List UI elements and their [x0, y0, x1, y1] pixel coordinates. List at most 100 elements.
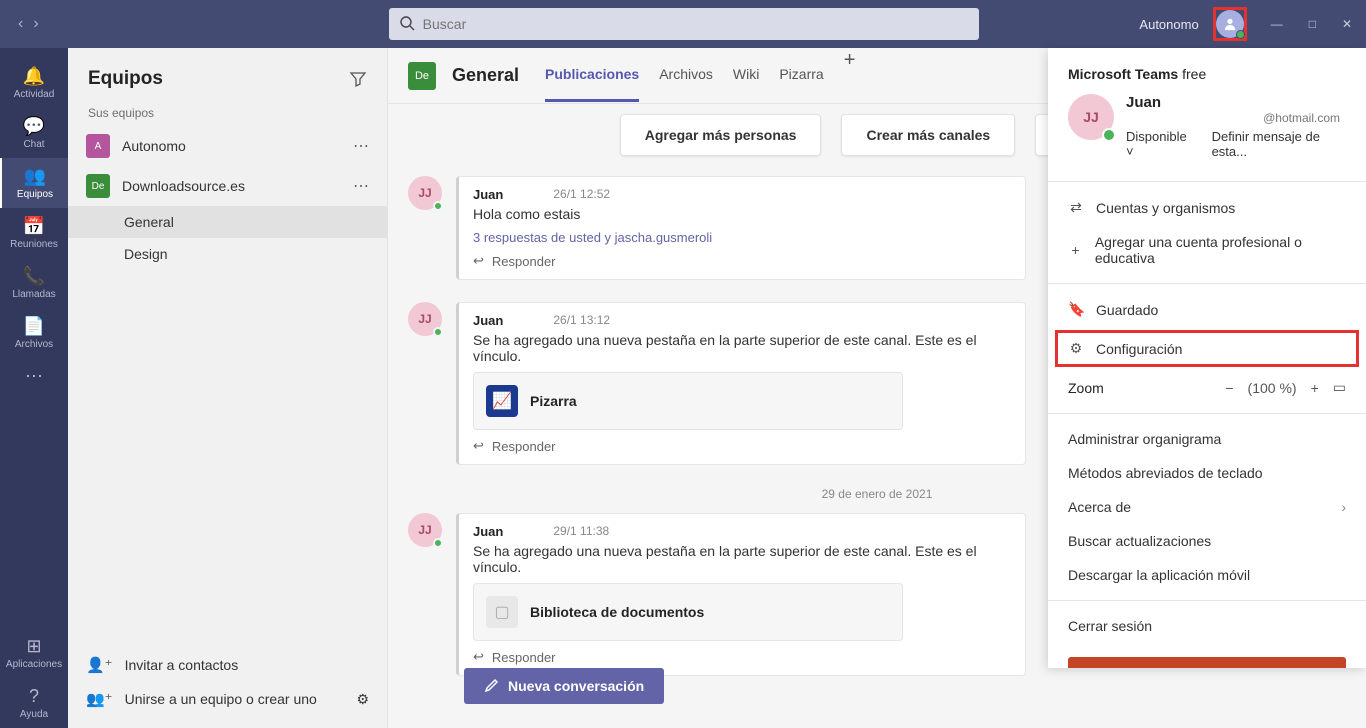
apps-icon: ⊞: [26, 636, 41, 657]
message-author: Juan: [473, 313, 503, 328]
status-picker[interactable]: Disponible ˅: [1126, 129, 1192, 159]
invite-label: Invitar a contactos: [125, 657, 239, 673]
add-tab-button[interactable]: +: [844, 49, 856, 102]
tab-wiki[interactable]: Wiki: [733, 49, 759, 102]
rail-activity[interactable]: 🔔Actividad: [0, 58, 68, 108]
tab-files[interactable]: Archivos: [659, 49, 713, 102]
tab-posts[interactable]: Publicaciones: [545, 49, 639, 102]
sign-out[interactable]: Cerrar sesión: [1048, 609, 1366, 643]
presence-available-icon: [1102, 128, 1116, 142]
rail-more[interactable]: ⋯: [0, 358, 68, 395]
rail-teams[interactable]: 👥 Equipos: [0, 158, 68, 208]
search-input[interactable]: [389, 8, 979, 40]
profile-avatar: JJ: [1068, 94, 1114, 140]
add-account[interactable]: +Agregar una cuenta profesional o educat…: [1048, 225, 1366, 275]
rail-apps[interactable]: ⊞ Aplicaciones: [0, 628, 68, 678]
sidebar-title: Equipos: [88, 68, 163, 90]
window-maximize-button[interactable]: □: [1303, 13, 1322, 35]
reply-icon: ↩: [473, 438, 484, 454]
nav-back-icon[interactable]: ‹: [18, 15, 23, 33]
message-text: Hola como estais: [473, 206, 1011, 222]
set-status-message[interactable]: Definir mensaje de esta...: [1212, 129, 1346, 159]
message-replies-link[interactable]: 3 respuestas de usted y jascha.gusmeroli: [473, 230, 1011, 245]
window-close-button[interactable]: ✕: [1336, 13, 1358, 35]
rail-help[interactable]: ?Ayuda: [0, 678, 68, 728]
gear-icon[interactable]: ⚙: [356, 691, 369, 708]
fullscreen-icon[interactable]: ▭: [1333, 379, 1346, 396]
channel-design[interactable]: Design: [68, 238, 387, 270]
rail-calls[interactable]: 📞 Llamadas: [0, 258, 68, 308]
bookmark-icon: 🔖: [1068, 301, 1084, 318]
message-time: 26/1 13:12: [553, 313, 610, 328]
filter-icon[interactable]: [349, 70, 367, 88]
settings-label: Configuración: [1096, 341, 1182, 357]
app-name: Microsoft Teams free: [1048, 66, 1366, 82]
profile-name: Juan: [1126, 94, 1346, 111]
team-downloadsource[interactable]: De Downloadsource.es ⋯: [68, 166, 387, 206]
zoom-out-button[interactable]: −: [1225, 380, 1233, 396]
sign-out-label: Cerrar sesión: [1068, 618, 1152, 634]
tab-added-card[interactable]: ▢ Biblioteca de documentos: [473, 583, 903, 641]
phone-icon: 📞: [23, 266, 45, 287]
reply-button[interactable]: ↩ Responder: [473, 438, 1011, 454]
tenant-label: Autonomo: [1139, 17, 1198, 32]
presence-available-icon: [433, 201, 443, 211]
rail-help-label: Ayuda: [20, 709, 48, 720]
tab-added-card[interactable]: 📈 Pizarra: [473, 372, 903, 430]
manage-org[interactable]: Administrar organigrama: [1048, 422, 1366, 456]
update-button[interactable]: Actualizar: [1068, 657, 1346, 668]
search-icon: [399, 15, 415, 31]
message-time: 26/1 12:52: [553, 187, 610, 202]
new-conversation-button[interactable]: Nueva conversación: [464, 668, 664, 704]
reply-icon: ↩: [473, 649, 484, 665]
zoom-in-button[interactable]: +: [1311, 380, 1319, 396]
rail-files[interactable]: 📄Archivos: [0, 308, 68, 358]
message-author: Juan: [473, 524, 503, 539]
download-mobile[interactable]: Descargar la aplicación móvil: [1048, 558, 1366, 592]
nav-forward-icon[interactable]: ›: [33, 15, 38, 33]
new-conversation-label: Nueva conversación: [508, 678, 644, 694]
rail-chat[interactable]: 💬Chat: [0, 108, 68, 158]
team-more-button[interactable]: ⋯: [353, 176, 369, 196]
plus-icon: +: [1068, 242, 1083, 258]
rail-calls-label: Llamadas: [12, 289, 55, 300]
reply-label: Responder: [492, 650, 556, 665]
rail-activity-label: Actividad: [14, 89, 55, 100]
window-minimize-button[interactable]: —: [1265, 13, 1289, 35]
team-autonomo[interactable]: A Autonomo ⋯: [68, 126, 387, 166]
rail-teams-label: Equipos: [17, 189, 53, 200]
accounts-orgs[interactable]: ⇄Cuentas y organismos: [1048, 190, 1366, 225]
channel-badge-icon: De: [408, 62, 436, 90]
saved-item[interactable]: 🔖Guardado: [1048, 292, 1366, 327]
reply-button[interactable]: ↩ Responder: [473, 649, 1011, 665]
rail-apps-label: Aplicaciones: [6, 659, 62, 670]
card-more-channels[interactable]: Crear más canales: [841, 114, 1015, 156]
card-add-people[interactable]: Agregar más personas: [620, 114, 822, 156]
settings-item[interactable]: ⚙Configuración: [1056, 331, 1358, 366]
invite-contacts[interactable]: 👤⁺Invitar a contactos: [86, 648, 369, 682]
channel-general[interactable]: General: [68, 206, 387, 238]
rail-meetings[interactable]: 📅Reuniones: [0, 208, 68, 258]
accounts-label: Cuentas y organismos: [1096, 200, 1235, 216]
tab-pizarra[interactable]: Pizarra: [779, 49, 823, 102]
about-item[interactable]: Acerca de›: [1048, 490, 1366, 524]
rail-chat-label: Chat: [23, 139, 44, 150]
keyboard-shortcuts[interactable]: Métodos abreviados de teclado: [1048, 456, 1366, 490]
team-name-label: Downloadsource.es: [122, 178, 341, 194]
join-create-team[interactable]: 👥⁺Unirse a un equipo o crear uno⚙: [86, 682, 369, 716]
presence-available-icon: [433, 327, 443, 337]
rail-meetings-label: Reuniones: [10, 239, 58, 250]
profile-avatar-button[interactable]: [1213, 7, 1247, 41]
people-icon: 👥: [24, 166, 46, 187]
team-badge-icon: A: [86, 134, 110, 158]
presence-available-icon: [433, 538, 443, 548]
presence-available-icon: [1236, 30, 1245, 39]
reply-label: Responder: [492, 439, 556, 454]
message-author: Juan: [473, 187, 503, 202]
zoom-value: (100 %): [1248, 380, 1297, 396]
check-updates[interactable]: Buscar actualizaciones: [1048, 524, 1366, 558]
reply-button[interactable]: ↩Responder: [473, 253, 1011, 269]
team-more-button[interactable]: ⋯: [353, 136, 369, 156]
reply-icon: ↩: [473, 253, 484, 269]
manage-org-label: Administrar organigrama: [1068, 431, 1221, 447]
